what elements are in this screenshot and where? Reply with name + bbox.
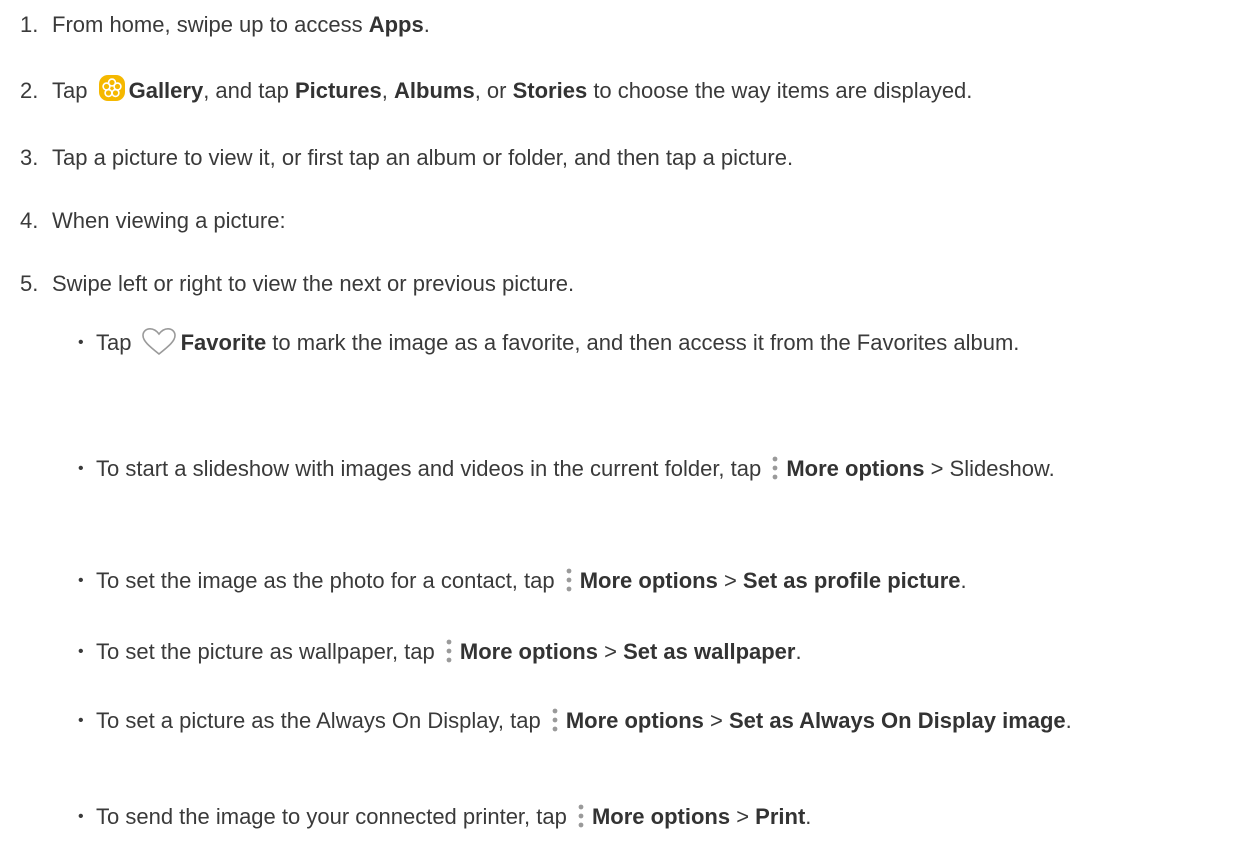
bullet-dot: •: [78, 334, 84, 351]
step-1: 1. From home, swipe up to access Apps.: [20, 10, 1240, 40]
bullet-text-part: > Slideshow.: [924, 456, 1055, 481]
step-number: 5.: [20, 271, 39, 296]
more-options-icon: [441, 637, 460, 673]
step-5: 5. Swipe left or right to view the next o…: [20, 269, 1240, 299]
step-number: 1.: [20, 12, 39, 37]
bullet-text-part: >: [717, 568, 743, 593]
more-options-label: More options: [786, 456, 925, 481]
step-4: 4. When viewing a picture:: [20, 206, 1240, 236]
heart-icon: [138, 327, 181, 364]
step-3: 3. Tap a picture to view it, or first tap…: [20, 143, 1240, 173]
step-text: Tap a picture to view it, or first tap a…: [52, 145, 794, 170]
bullet-profile-picture: • To set the image as the photo for a co…: [78, 564, 1228, 602]
bullet-always-on-display: • To set a picture as the Always On Disp…: [78, 704, 1228, 742]
bullet-slideshow: • To start a slideshow with images and v…: [78, 452, 1228, 490]
step-text: to choose the way items are displayed.: [587, 78, 973, 103]
step-text: When viewing a picture:: [52, 208, 286, 233]
step-text: , and tap: [203, 78, 295, 103]
bullet-text-part: .: [960, 568, 967, 593]
stories-label: Stories: [512, 78, 588, 103]
gallery-label: Gallery: [128, 78, 204, 103]
step-number: 3.: [20, 145, 39, 170]
set-as-always-on-display-label: Set as Always On Display image: [729, 708, 1066, 733]
print-label: Print: [755, 804, 806, 829]
bullet-text: Tap Favorite to mark the image as a favo…: [96, 326, 1228, 364]
bullet-text-part: to mark the image as a favorite, and the…: [266, 330, 1020, 355]
step-text: Swipe left or right to view the next or …: [52, 271, 575, 296]
gallery-icon: [94, 74, 129, 110]
bullet-text: To set the image as the photo for a cont…: [96, 564, 1228, 602]
step-text: .: [423, 12, 430, 37]
bullet-dot: •: [78, 808, 84, 825]
set-as-wallpaper-label: Set as wallpaper: [623, 639, 796, 664]
step-number: 2.: [20, 78, 39, 103]
step-number: 4.: [20, 208, 39, 233]
set-as-profile-picture-label: Set as profile picture: [742, 568, 961, 593]
bullet-print: • To send the image to your connected pr…: [78, 800, 1228, 838]
bullet-text-part: >: [597, 639, 624, 664]
bullet-text-part: To set a picture as the Always On Displa…: [96, 708, 547, 733]
bullet-text: To send the image to your connected prin…: [96, 800, 1228, 838]
bullet-text: To start a slideshow with images and vid…: [96, 452, 1228, 490]
pictures-label: Pictures: [294, 78, 382, 103]
bullet-dot: •: [78, 572, 84, 589]
more-options-icon: [767, 454, 786, 490]
bullet-dot: •: [78, 460, 84, 477]
bullet-text: To set the picture as wallpaper, tap Mor…: [96, 635, 1228, 673]
step-text: Tap: [52, 78, 94, 103]
more-options-icon: [561, 566, 580, 602]
bullet-text-part: To send the image to your connected prin…: [96, 804, 573, 829]
bullet-text-part: Tap: [96, 330, 138, 355]
bullet-text-part: To start a slideshow with images and vid…: [96, 456, 768, 481]
more-options-label: More options: [579, 568, 718, 593]
step-text: ,: [381, 78, 395, 103]
bullet-text-part: To set the picture as wallpaper, tap: [96, 639, 441, 664]
bullet-dot: •: [78, 712, 84, 729]
favorite-label: Favorite: [180, 330, 267, 355]
bullet-text: To set a picture as the Always On Displa…: [96, 704, 1228, 742]
bullet-text-part: .: [795, 639, 802, 664]
more-options-label: More options: [565, 708, 704, 733]
bullet-text-part: .: [805, 804, 812, 829]
more-options-icon: [573, 802, 592, 838]
bullet-wallpaper: • To set the picture as wallpaper, tap M…: [78, 635, 1228, 673]
step-text: , or: [474, 78, 513, 103]
bullet-dot: •: [78, 643, 84, 660]
bullet-text-part: >: [703, 708, 729, 733]
bullet-text-part: To set the image as the photo for a cont…: [96, 568, 561, 593]
bullet-text-part: >: [730, 804, 756, 829]
more-options-label: More options: [591, 804, 731, 829]
step-text: From home, swipe up to access: [52, 12, 369, 37]
apps-label: Apps: [368, 12, 424, 37]
bullet-favorite: • Tap Favorite to mark the image as a fa…: [78, 326, 1228, 364]
step-2: 2. Tap Gallery, and tap Pictures, Albums,…: [20, 74, 1240, 110]
more-options-icon: [547, 706, 566, 742]
albums-label: Albums: [394, 78, 475, 103]
bullet-text-part: .: [1065, 708, 1072, 733]
more-options-label: More options: [459, 639, 598, 664]
